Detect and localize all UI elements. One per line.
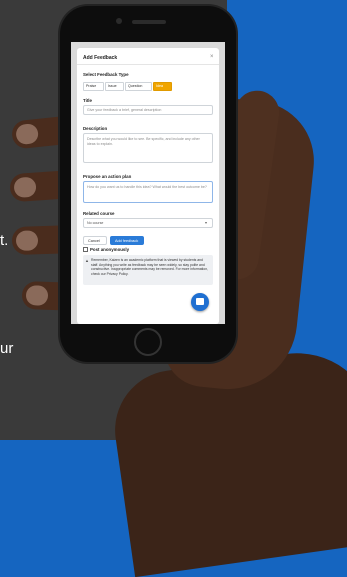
title-input[interactable]: Give your feedback a brief, general desc… bbox=[83, 105, 213, 115]
add-feedback-modal: Add Feedback × Select Feedback Type Prai… bbox=[77, 48, 219, 324]
feedback-type-label: Select Feedback Type bbox=[83, 72, 129, 77]
phone-screen: Add Feedback × Select Feedback Type Prai… bbox=[71, 42, 225, 324]
help-chat-button[interactable] bbox=[191, 293, 209, 311]
modal-header-divider bbox=[77, 64, 219, 65]
close-icon[interactable]: × bbox=[210, 54, 214, 60]
type-button-praise[interactable]: Praise bbox=[83, 82, 104, 91]
privacy-notice: ▲ Remember, Kaizen is an academic platfo… bbox=[83, 255, 213, 285]
privacy-notice-text: Remember, Kaizen is an academic platform… bbox=[91, 258, 209, 276]
smartphone: Add Feedback × Select Feedback Type Prai… bbox=[60, 6, 236, 362]
type-button-issue[interactable]: Issue bbox=[105, 82, 124, 91]
related-course-value: No course bbox=[87, 221, 104, 225]
front-camera-icon bbox=[116, 18, 122, 24]
warning-icon: ▲ bbox=[85, 258, 89, 263]
background-text-fragment-1: t. bbox=[0, 232, 9, 249]
modal-title: Add Feedback bbox=[83, 55, 118, 61]
post-anonymously-checkbox[interactable] bbox=[83, 247, 88, 252]
fingernail bbox=[15, 230, 39, 252]
cancel-button[interactable]: Cancel bbox=[83, 236, 107, 245]
action-plan-placeholder: How do you want us to handle this idea? … bbox=[87, 185, 207, 189]
background-text-fragment-2: ur bbox=[0, 340, 14, 357]
title-input-placeholder: Give your feedback a brief, general desc… bbox=[87, 108, 162, 112]
chat-icon bbox=[196, 298, 204, 305]
home-button[interactable] bbox=[134, 328, 162, 356]
title-label: Title bbox=[83, 98, 92, 103]
fingernail bbox=[13, 176, 37, 199]
fingernail bbox=[15, 122, 40, 146]
earpiece-speaker bbox=[132, 20, 166, 24]
related-course-select[interactable]: No course ▾ bbox=[83, 218, 213, 228]
add-feedback-button[interactable]: Add feedback bbox=[110, 236, 144, 245]
type-button-idea[interactable]: Idea bbox=[153, 82, 172, 91]
description-textarea[interactable]: Describe what you would like to see. Be … bbox=[83, 133, 213, 163]
type-button-question[interactable]: Question bbox=[125, 82, 152, 91]
post-anonymously-label: Post anonymously bbox=[90, 247, 130, 252]
chevron-down-icon: ▾ bbox=[205, 220, 208, 225]
action-plan-label: Propose an action plan bbox=[83, 174, 132, 179]
description-label: Description bbox=[83, 126, 108, 131]
description-placeholder: Describe what you would like to see. Be … bbox=[87, 137, 200, 146]
fingernail bbox=[25, 285, 49, 306]
related-course-label: Related course bbox=[83, 211, 115, 216]
action-plan-textarea[interactable]: How do you want us to handle this idea? … bbox=[83, 181, 213, 203]
